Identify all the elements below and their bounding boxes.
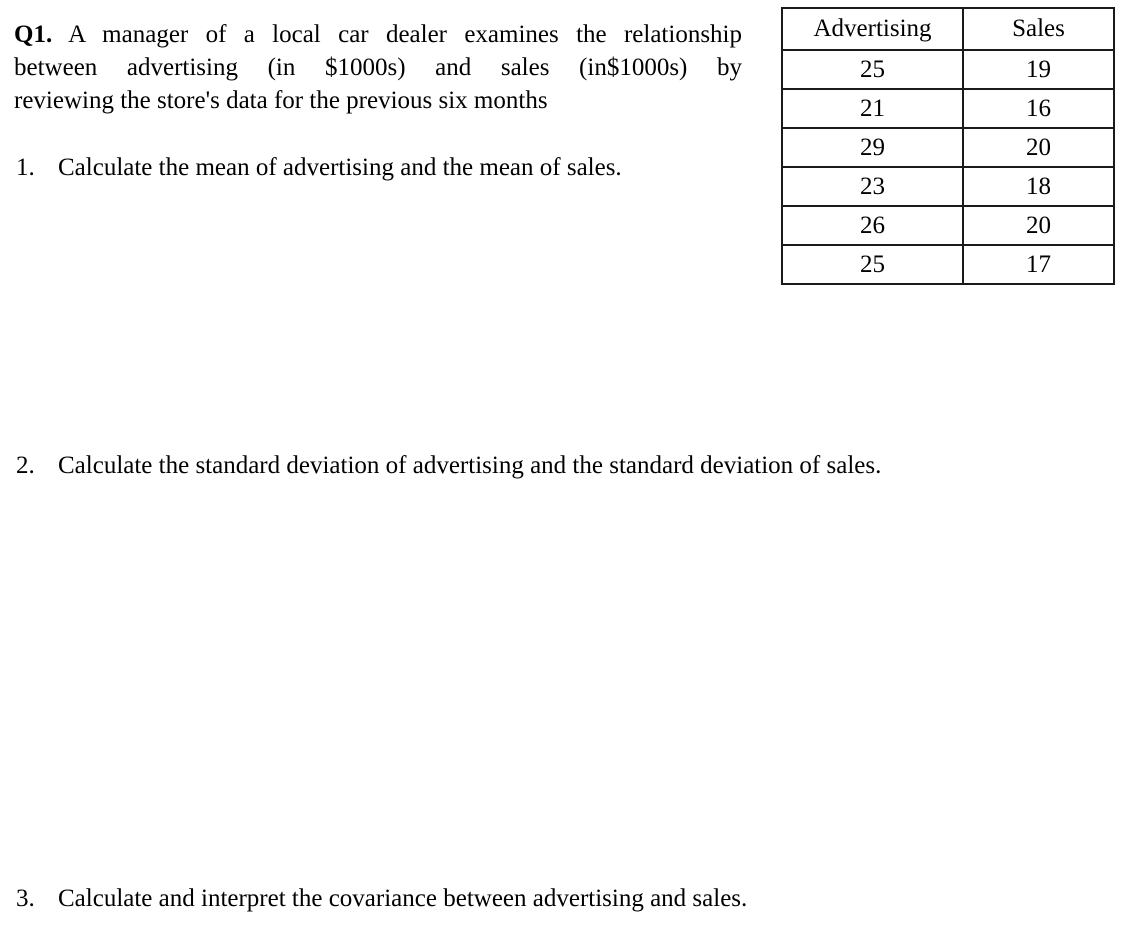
question-intro-paragraph: Q1. A manager of a local car dealer exam… <box>14 18 742 117</box>
item-text-1: Calculate the mean of advertising and th… <box>58 154 622 181</box>
cell-advertising: 26 <box>781 205 964 246</box>
item-number-3: 3. <box>16 885 35 912</box>
cell-sales: 19 <box>962 49 1115 90</box>
column-header-sales: Sales <box>962 7 1115 51</box>
table-row: 26 20 <box>781 205 1115 246</box>
item-number-2: 2. <box>16 452 35 479</box>
worksheet-page: { "question": { "label": "Q1.", "intro_l… <box>0 0 1128 936</box>
cell-advertising: 23 <box>781 166 964 207</box>
item-number-1: 1. <box>16 154 35 181</box>
table-row: 29 20 <box>781 127 1115 168</box>
intro-line-2: between advertising (in $1000s) and sale… <box>14 54 742 81</box>
item-text-2: Calculate the standard deviation of adve… <box>58 452 882 479</box>
table-body: 25 19 21 16 29 20 23 18 26 20 25 17 <box>781 49 1115 285</box>
intro-line-1-text: A manager of a local car dealer examines… <box>68 21 742 48</box>
intro-line-1: Q1. A manager of a local car dealer exam… <box>14 18 742 51</box>
question-label: Q1. <box>14 21 53 48</box>
question-item-1: 1. Calculate the mean of advertising and … <box>16 152 622 184</box>
intro-line-3: reviewing the store's data for the previ… <box>14 87 548 114</box>
table-row: 23 18 <box>781 166 1115 207</box>
cell-advertising: 29 <box>781 127 964 168</box>
advertising-sales-table-container: Advertising Sales 25 19 21 16 29 20 23 1… <box>781 7 1115 285</box>
table-row: 21 16 <box>781 88 1115 129</box>
cell-advertising: 21 <box>781 88 964 129</box>
cell-advertising: 25 <box>781 49 964 90</box>
table-header-row: Advertising Sales <box>781 7 1115 51</box>
table-header: Advertising Sales <box>781 7 1115 51</box>
question-item-3: 3. Calculate and interpret the covariance… <box>16 883 747 915</box>
cell-sales: 16 <box>962 88 1115 129</box>
advertising-sales-table: Advertising Sales 25 19 21 16 29 20 23 1… <box>781 7 1115 285</box>
table-row: 25 17 <box>781 244 1115 285</box>
cell-advertising: 25 <box>781 244 964 285</box>
cell-sales: 17 <box>962 244 1115 285</box>
table-row: 25 19 <box>781 49 1115 90</box>
item-text-3: Calculate and interpret the covariance b… <box>58 885 748 912</box>
cell-sales: 20 <box>962 205 1115 246</box>
cell-sales: 20 <box>962 127 1115 168</box>
column-header-advertising: Advertising <box>781 7 964 51</box>
question-item-2: 2. Calculate the standard deviation of ad… <box>16 450 881 482</box>
cell-sales: 18 <box>962 166 1115 207</box>
